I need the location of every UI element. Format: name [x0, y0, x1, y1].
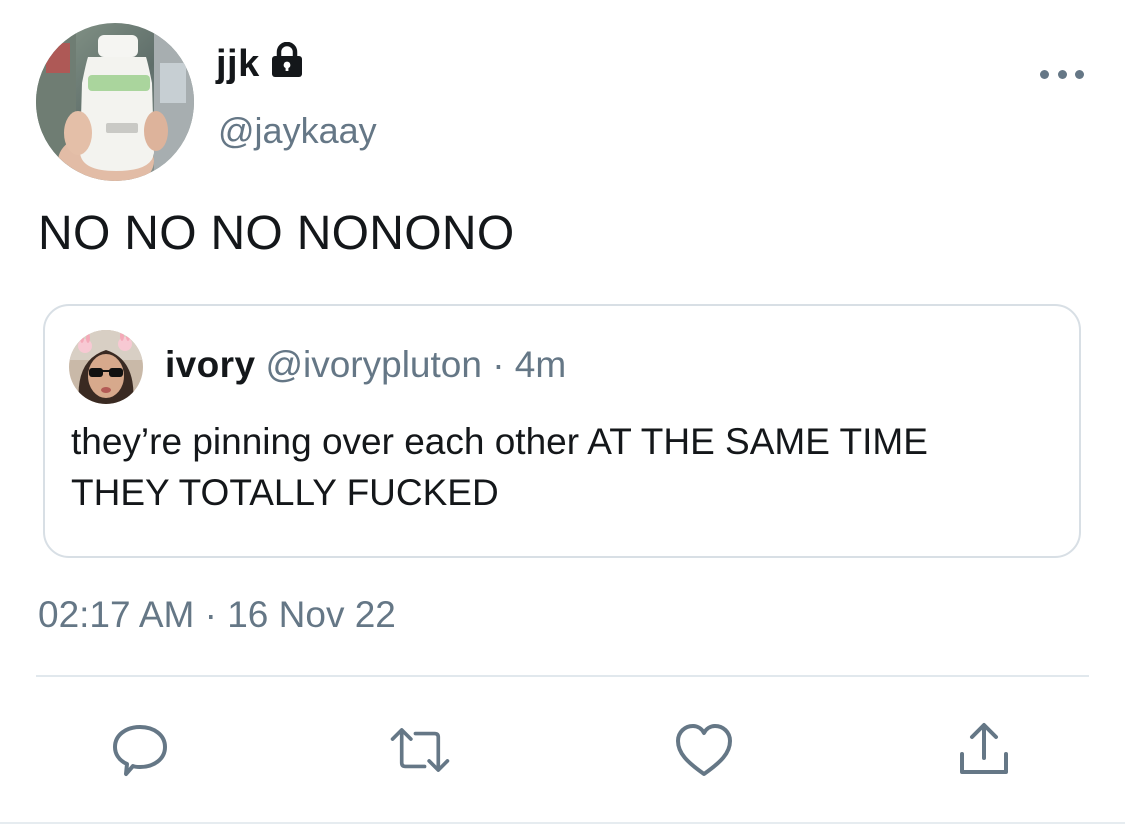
lock-icon	[270, 41, 304, 88]
author-display-name[interactable]: jjk	[216, 40, 304, 88]
tweet-text: NO NO NO NONONO	[38, 207, 515, 260]
author-handle[interactable]: @jaykaay	[218, 110, 377, 152]
retweet-button[interactable]	[388, 718, 452, 782]
quoted-author-avatar	[69, 330, 143, 404]
retweet-icon	[390, 728, 450, 772]
quoted-tweet-card[interactable]: ivory @ivorypluton · 4m they’re pinning o…	[43, 304, 1081, 558]
more-dot	[1040, 69, 1049, 79]
share-icon	[960, 723, 1008, 774]
like-button[interactable]	[672, 718, 736, 782]
divider	[0, 822, 1125, 824]
reply-button[interactable]	[108, 718, 172, 782]
like-icon	[676, 724, 732, 776]
author-avatar[interactable]	[36, 23, 194, 181]
quoted-avatar-photo	[69, 330, 143, 404]
author-name-text: jjk	[216, 42, 260, 85]
quoted-author-name: ivory	[165, 344, 256, 385]
divider	[36, 675, 1089, 677]
quoted-tweet-header: ivory @ivorypluton · 4m	[165, 344, 566, 386]
quoted-tweet-text: they’re pinning over each other AT THE S…	[71, 421, 928, 513]
more-dot	[1075, 69, 1084, 79]
reply-icon	[113, 725, 167, 776]
more-dot	[1057, 69, 1067, 79]
tweet-timestamp[interactable]: 02:17 AM · 16 Nov 22	[38, 594, 396, 636]
more-icon[interactable]	[1040, 62, 1084, 86]
quoted-author-meta: @ivorypluton · 4m	[265, 344, 567, 385]
avatar-photo	[36, 23, 194, 181]
share-button[interactable]	[952, 718, 1016, 782]
